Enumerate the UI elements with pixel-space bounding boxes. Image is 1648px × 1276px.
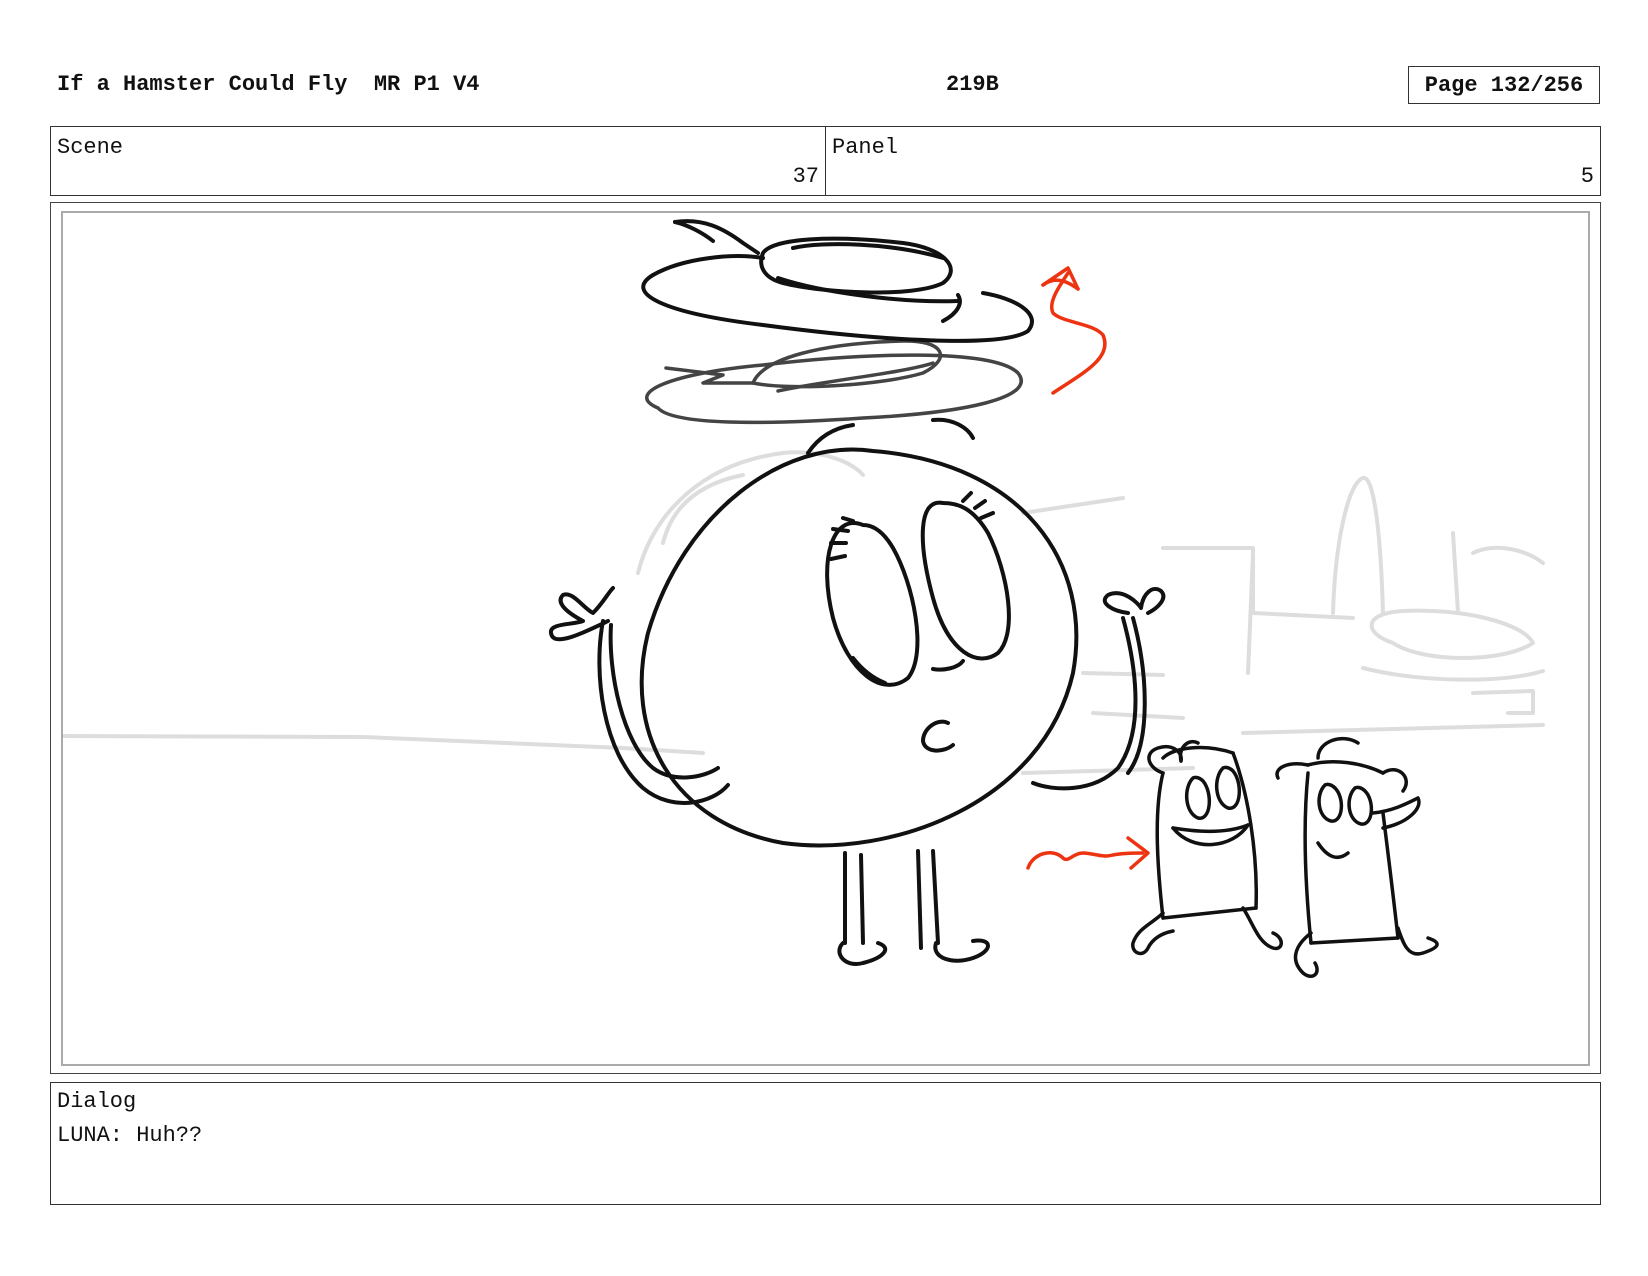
hat-ghost: [645, 339, 1023, 425]
scene-number: 37: [792, 164, 819, 189]
panel-cell: Panel 5: [826, 127, 1600, 195]
panel-label: Panel: [832, 135, 899, 160]
scene-label: Scene: [57, 135, 124, 160]
storyboard-sketch: [63, 219, 1545, 978]
background-sketch: [63, 450, 1545, 775]
scene-panel-row: Scene 37 Panel 5: [50, 126, 1601, 196]
hamster-2: [1275, 736, 1439, 978]
dialog-text: LUNA: Huh??: [57, 1123, 203, 1148]
dialog-box: Dialog LUNA: Huh??: [50, 1082, 1601, 1205]
hat-main: [641, 219, 1034, 343]
dialog-label: Dialog: [57, 1089, 137, 1114]
luna-character: [549, 417, 1166, 966]
scene-cell: Scene 37: [51, 127, 826, 195]
page-indicator: Page 132/256: [1408, 66, 1600, 104]
motion-arrows: [1026, 266, 1150, 870]
shot-code: 219B: [946, 72, 999, 97]
panel-number: 5: [1580, 164, 1594, 189]
storyboard-panel-image: [61, 211, 1590, 1066]
hamster-1: [1131, 740, 1283, 956]
storyboard-title: If a Hamster Could Fly MR P1 V4: [57, 72, 480, 97]
